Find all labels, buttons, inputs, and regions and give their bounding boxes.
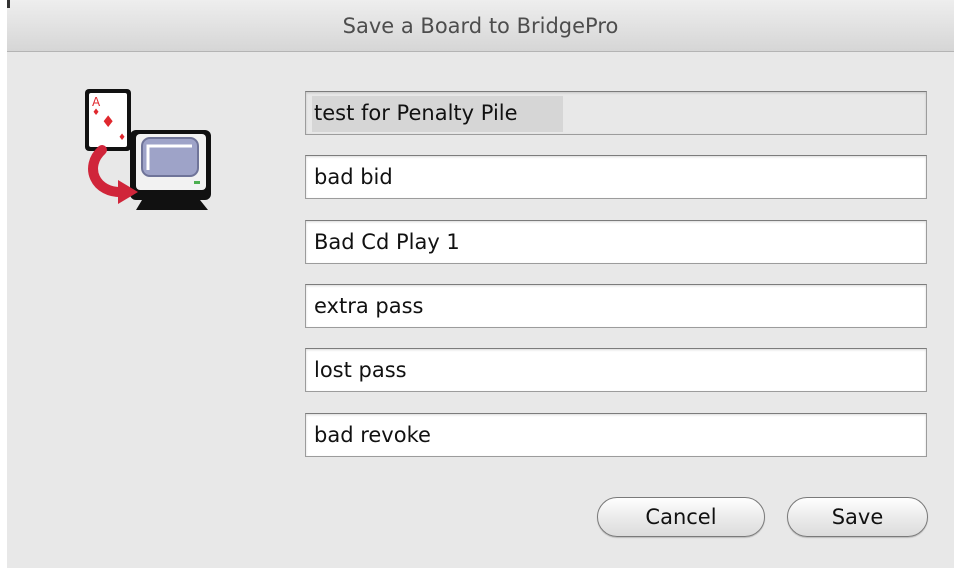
note-field-5[interactable] [305,413,927,457]
card-suit-center: ♦ [101,112,115,131]
note-field-4[interactable] [305,348,927,392]
note-field-1[interactable] [305,155,927,199]
window-title: Save a Board to BridgePro [342,14,619,38]
card-rank-top: A [92,95,101,109]
note-field-3[interactable] [305,284,927,328]
svg-text:♦: ♦ [118,133,126,143]
board-title-field[interactable] [305,91,927,135]
note-field-2[interactable] [305,220,927,264]
title-bar[interactable]: Save a Board to BridgePro [7,0,954,52]
save-button[interactable]: Save [787,497,928,537]
card-to-computer-icon: A ♦ ♦ ♦ [85,89,211,210]
corner-mark [7,0,10,8]
save-board-dialog: Save a Board to BridgePro A ♦ ♦ ♦ test f… [7,0,954,568]
computer-icon [130,130,211,210]
svg-text:♦: ♦ [92,108,100,118]
playing-card-icon: A ♦ ♦ ♦ [85,89,131,151]
cancel-button[interactable]: Cancel [597,497,765,537]
